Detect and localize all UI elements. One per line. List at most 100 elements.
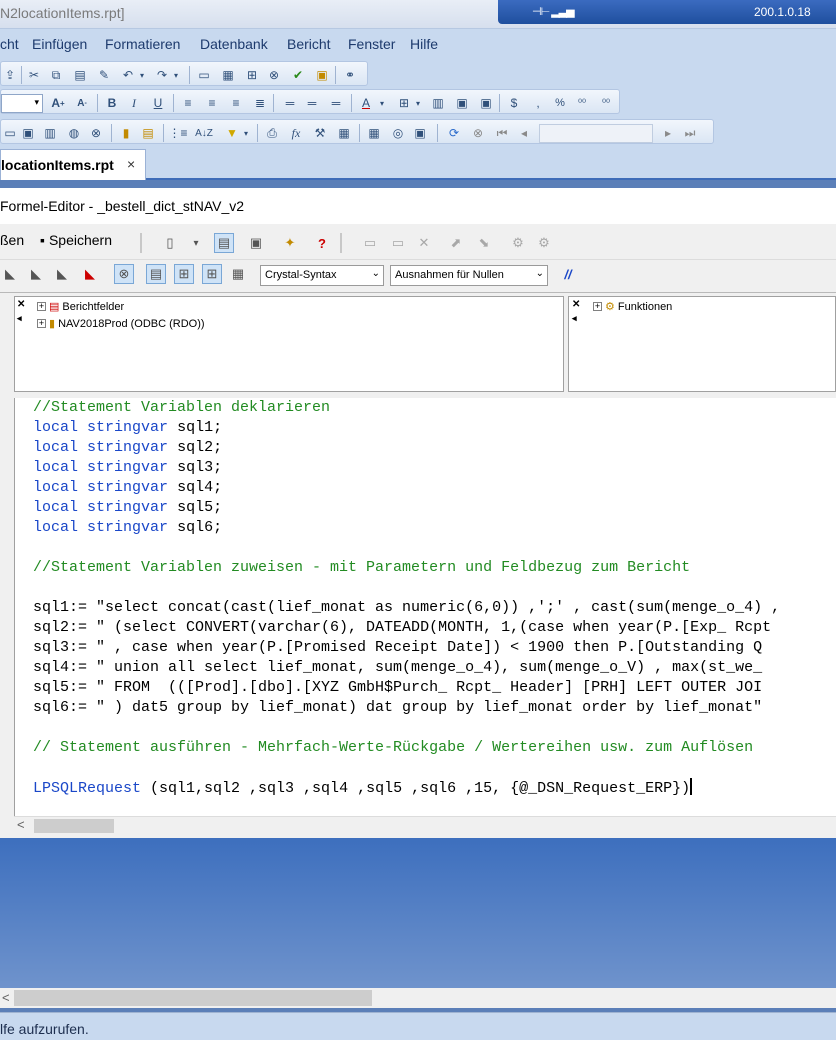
- tools-icon[interactable]: ⚒: [311, 125, 329, 141]
- line-spacing-icon[interactable]: ═: [281, 95, 299, 111]
- cut-icon[interactable]: ✂: [25, 67, 43, 83]
- scrollbar-thumb[interactable]: [34, 819, 114, 833]
- clear-bookmarks-icon[interactable]: ◣: [80, 264, 100, 284]
- copy-icon[interactable]: ⧉: [47, 67, 65, 83]
- chevron-down-icon[interactable]: ▾: [186, 233, 206, 253]
- previous-page-icon[interactable]: ◂: [515, 125, 533, 141]
- magic-wand-icon[interactable]: ✦: [280, 233, 300, 253]
- italic-icon[interactable]: I: [125, 95, 143, 111]
- paste-icon[interactable]: ▤: [71, 67, 89, 83]
- null-handling-select[interactable]: Ausnahmen für Nullen ⌄: [390, 265, 548, 286]
- redo-icon[interactable]: ↷: [153, 67, 171, 83]
- font-grow-icon[interactable]: A +: [49, 95, 67, 111]
- increase-decimals-icon[interactable]: ⁰⁰: [573, 95, 591, 111]
- percent-icon[interactable]: %: [551, 95, 569, 111]
- chevron-down-icon[interactable]: ▾: [241, 125, 251, 141]
- workspace-horizontal-scrollbar[interactable]: <: [0, 988, 836, 1008]
- first-page-icon[interactable]: ⏮: [493, 125, 511, 141]
- show-fields-icon[interactable]: ⊞: [174, 264, 194, 284]
- undo-icon[interactable]: ↶: [119, 67, 137, 83]
- menu-item-formatieren[interactable]: Formatieren: [105, 36, 180, 52]
- indent-icon[interactable]: ═: [303, 95, 321, 111]
- report-explorer-icon[interactable]: ▦: [365, 125, 383, 141]
- rename-icon[interactable]: ▭: [360, 233, 380, 253]
- export-icon[interactable]: ⇪: [1, 67, 19, 83]
- chevron-down-icon[interactable]: ▾: [137, 67, 147, 83]
- group-expert-icon[interactable]: ⊞: [243, 67, 261, 83]
- format-painter-icon[interactable]: ✎: [95, 67, 113, 83]
- comment-toggle-button[interactable]: //: [558, 264, 578, 284]
- database-expert-icon[interactable]: ▦: [219, 67, 237, 83]
- insert-picture-icon[interactable]: ▣: [19, 125, 37, 141]
- border-icon[interactable]: ⊞: [395, 95, 413, 111]
- menu-item-ansicht[interactable]: cht: [0, 36, 19, 52]
- next-page-icon[interactable]: ▸: [659, 125, 677, 141]
- stop-icon[interactable]: ⊗: [469, 125, 487, 141]
- print-preview-icon[interactable]: ⎙: [263, 125, 281, 141]
- sort-tree-icon[interactable]: ▤: [146, 264, 166, 284]
- currency-icon[interactable]: $: [505, 95, 523, 111]
- previous-bookmark-icon[interactable]: ◣: [52, 264, 72, 284]
- align-justify-icon[interactable]: ≣: [251, 95, 269, 111]
- align-center-icon[interactable]: ≡: [203, 95, 221, 111]
- close-icon[interactable]: ✕: [572, 299, 580, 310]
- new-formula-icon[interactable]: ▯: [160, 233, 180, 253]
- tree-item-report-fields[interactable]: + ▤ Berichtfelder: [37, 300, 124, 313]
- formula-code-editor[interactable]: //Statement Variablen deklarieren local …: [14, 398, 836, 816]
- tree-item-datasource[interactable]: + ▮ NAV2018Prod (ODBC (RDO)): [37, 317, 205, 330]
- bold-icon[interactable]: B: [103, 95, 121, 111]
- align-left-icon[interactable]: ≡: [179, 95, 197, 111]
- pin-icon[interactable]: ◂: [572, 313, 577, 324]
- next-bookmark-icon[interactable]: ◣: [26, 264, 46, 284]
- scrollbar-thumb[interactable]: [14, 990, 372, 1006]
- toggle-tree-icon[interactable]: ▤: [214, 233, 234, 253]
- expand-icon[interactable]: +: [37, 319, 46, 328]
- pin-icon[interactable]: ◂: [17, 313, 22, 324]
- refresh-icon[interactable]: ⟳: [445, 125, 463, 141]
- sort-group-icon[interactable]: ⋮≡: [169, 125, 188, 141]
- suppress-icon[interactable]: ▥: [429, 95, 447, 111]
- font-shrink-icon[interactable]: A-: [73, 95, 91, 111]
- show-operators-icon[interactable]: ▦: [228, 264, 248, 284]
- menu-item-bericht[interactable]: Bericht: [287, 36, 331, 52]
- delete-icon[interactable]: ✕: [414, 233, 434, 253]
- scroll-left-icon[interactable]: <: [17, 817, 25, 832]
- close-icon[interactable]: ×: [127, 156, 135, 172]
- database-fields-icon[interactable]: ▤: [139, 125, 157, 141]
- collapse-icon[interactable]: ⬊: [474, 233, 494, 253]
- select-expert-icon[interactable]: ⊗: [265, 67, 283, 83]
- tree-item-functions[interactable]: + ⚙ Funktionen: [593, 300, 672, 313]
- field-explorer-icon[interactable]: ◎: [389, 125, 407, 141]
- gear-icon[interactable]: ⚙: [534, 233, 554, 253]
- tab-report[interactable]: locationItems.rpt ×: [0, 149, 146, 180]
- formula-workshop-icon[interactable]: ✔: [289, 67, 307, 83]
- properties-icon[interactable]: ▣: [246, 233, 266, 253]
- table-icon[interactable]: ▦: [335, 125, 353, 141]
- insert-field-icon[interactable]: ▭: [195, 67, 213, 83]
- code-horizontal-scrollbar[interactable]: <: [14, 816, 836, 834]
- outdent-icon[interactable]: ═: [327, 95, 345, 111]
- syntax-select[interactable]: Crystal-Syntax ⌄: [260, 265, 384, 286]
- lock-format-icon[interactable]: ▣: [453, 95, 471, 111]
- menu-item-datenbank[interactable]: Datenbank: [200, 36, 268, 52]
- underline-icon[interactable]: U: [149, 95, 167, 111]
- close-circle-icon[interactable]: ⊗: [87, 125, 105, 141]
- last-page-icon[interactable]: ⏭: [681, 125, 699, 141]
- help-icon[interactable]: ?: [312, 233, 332, 253]
- menu-item-hilfe[interactable]: Hilfe: [410, 36, 438, 52]
- insert-chart-icon[interactable]: ▥: [41, 125, 59, 141]
- lock-size-icon[interactable]: ▣: [477, 95, 495, 111]
- insert-map-icon[interactable]: ◍: [65, 125, 83, 141]
- align-right-icon[interactable]: ≡: [227, 95, 245, 111]
- menu-item-einfuegen[interactable]: Einfügen: [32, 36, 87, 52]
- font-size-combo[interactable]: ▾: [1, 94, 43, 113]
- sort-az-icon[interactable]: A↓Z: [195, 125, 213, 141]
- page-number-input[interactable]: [539, 124, 653, 143]
- expand-icon[interactable]: +: [593, 302, 602, 311]
- save-button[interactable]: ▪ Speichern: [40, 232, 112, 248]
- binoculars-icon[interactable]: ⚭: [341, 67, 359, 83]
- chevron-down-icon[interactable]: ▾: [171, 67, 181, 83]
- bookmark-icon[interactable]: ◣: [0, 264, 20, 284]
- gear-icon[interactable]: ⚙: [508, 233, 528, 253]
- database-icon[interactable]: ▮: [117, 125, 135, 141]
